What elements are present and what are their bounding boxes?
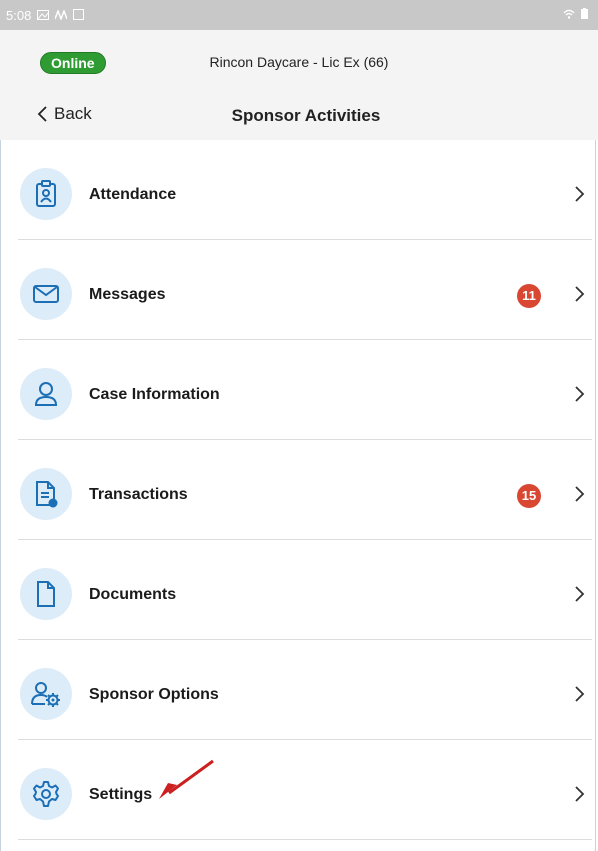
- document-clock-icon: [20, 468, 72, 520]
- menu-item-label: Sponsor Options: [89, 686, 219, 703]
- battery-icon: [581, 8, 588, 22]
- menu-item-documents[interactable]: Documents: [0, 540, 598, 640]
- menu-item-label: Messages: [89, 286, 166, 303]
- screenshot-icon: [73, 8, 85, 23]
- chevron-right-icon: [575, 386, 585, 402]
- signal-app-icon: [54, 8, 69, 23]
- menu-item-label: Attendance: [89, 186, 177, 203]
- menu-item-label: Documents: [89, 586, 177, 603]
- gallery-icon: [37, 8, 50, 23]
- annotation-arrow-icon: [159, 759, 214, 799]
- menu-item-label: Settings: [89, 786, 153, 803]
- attendance-badge-icon: [20, 168, 72, 220]
- envelope-icon: [20, 268, 72, 320]
- sponsor-activities-list: Attendance Messages 11 Case Information: [0, 140, 598, 840]
- unread-count-badge: 11: [517, 284, 541, 308]
- chevron-right-icon: [575, 286, 585, 302]
- page-title: Sponsor Activities: [231, 106, 381, 125]
- online-status-badge: Online: [40, 52, 106, 74]
- pending-count-badge: 15: [517, 484, 541, 508]
- status-time: 5:08: [6, 7, 32, 23]
- chevron-right-icon: [575, 586, 585, 602]
- wifi-icon: [563, 8, 575, 22]
- app-header: Rincon Daycare - Lic Ex (66) Online Back…: [0, 30, 598, 140]
- menu-item-transactions[interactable]: Transactions 15: [0, 440, 598, 540]
- person-gear-icon: [20, 668, 72, 720]
- gear-icon: [20, 768, 72, 820]
- chevron-right-icon: [575, 486, 585, 502]
- menu-item-messages[interactable]: Messages 11: [0, 240, 598, 340]
- menu-item-label: Case Information: [89, 386, 220, 403]
- menu-item-sponsor-options[interactable]: Sponsor Options: [0, 640, 598, 740]
- menu-item-case-information[interactable]: Case Information: [0, 340, 598, 440]
- chevron-right-icon: [575, 686, 585, 702]
- chevron-right-icon: [575, 786, 585, 802]
- menu-item-attendance[interactable]: Attendance: [0, 140, 598, 240]
- menu-item-settings[interactable]: Settings: [0, 740, 598, 840]
- chevron-right-icon: [575, 186, 585, 202]
- status-bar: 5:08: [0, 0, 598, 30]
- document-icon: [20, 568, 72, 620]
- person-icon: [20, 368, 72, 420]
- menu-item-label: Transactions: [89, 486, 188, 503]
